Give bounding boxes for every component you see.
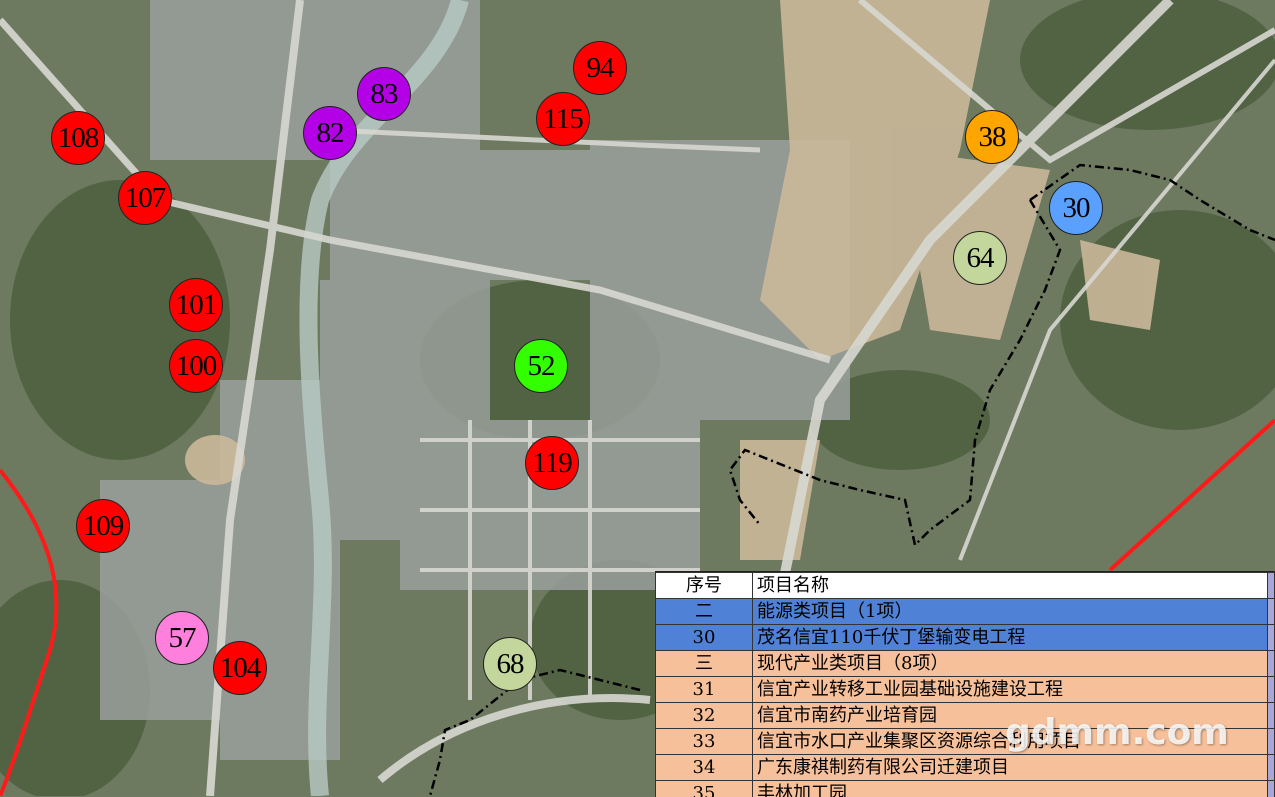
marker-108[interactable]: 108 [51, 111, 105, 165]
legend-header-row: 序号 项目名称 [656, 573, 1275, 599]
marker-83[interactable]: 83 [357, 67, 411, 121]
marker-115[interactable]: 115 [536, 92, 590, 146]
legend-row: 二 能源类项目（1项） [656, 599, 1275, 625]
legend-row: 34 广东康祺制药有限公司迁建项目 [656, 755, 1275, 781]
marker-109[interactable]: 109 [76, 499, 130, 553]
marker-30[interactable]: 30 [1049, 181, 1103, 235]
marker-68[interactable]: 68 [483, 637, 537, 691]
marker-101[interactable]: 101 [169, 278, 223, 332]
marker-104[interactable]: 104 [213, 641, 267, 695]
header-no: 序号 [656, 573, 753, 599]
marker-94[interactable]: 94 [573, 41, 627, 95]
marker-82[interactable]: 82 [303, 106, 357, 160]
marker-38[interactable]: 38 [965, 110, 1019, 164]
marker-107[interactable]: 107 [118, 171, 172, 225]
marker-64[interactable]: 64 [953, 231, 1007, 285]
header-name: 项目名称 [753, 573, 1268, 599]
marker-57[interactable]: 57 [155, 611, 209, 665]
project-legend-table: 序号 项目名称 二 能源类项目（1项） 30 茂名信宜110千伏丁堡输变电工程 … [655, 571, 1275, 797]
marker-100[interactable]: 100 [169, 339, 223, 393]
legend-row: 三 现代产业类项目（8项） [656, 651, 1275, 677]
legend-row: 31 信宜产业转移工业园基础设施建设工程 [656, 677, 1275, 703]
legend-row: 32 信宜市南药产业培育园 [656, 703, 1275, 729]
marker-52[interactable]: 52 [514, 339, 568, 393]
legend-row: 35 丰林加工园 [656, 781, 1275, 797]
marker-119[interactable]: 119 [525, 436, 579, 490]
legend-row: 33 信宜市水口产业集聚区资源综合利用项目 [656, 729, 1275, 755]
legend-row: 30 茂名信宜110千伏丁堡输变电工程 [656, 625, 1275, 651]
